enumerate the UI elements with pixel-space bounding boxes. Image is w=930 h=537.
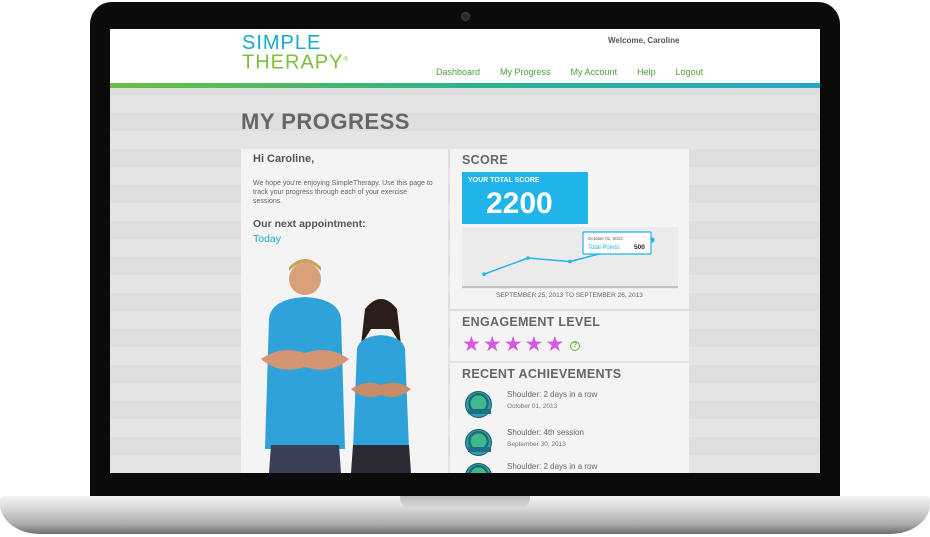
engagement-panel: ENGAGEMENT LEVEL ★ ★ ★ ★ ★ ? bbox=[450, 311, 689, 361]
total-score-value: 2200 bbox=[486, 187, 553, 220]
achievement-date: September 30, 2013 bbox=[507, 441, 566, 448]
nav-help[interactable]: Help bbox=[637, 67, 656, 77]
trainers-photo bbox=[261, 259, 411, 473]
star-icon: ★ bbox=[482, 333, 502, 356]
nav-my-account[interactable]: My Account bbox=[571, 67, 618, 77]
achievements-panel: RECENT ACHIEVEMENTS Shoulder: 2 days in … bbox=[450, 363, 689, 473]
laptop-notch bbox=[400, 496, 530, 508]
logo-line-1: SIMPLE bbox=[242, 32, 322, 54]
logo-line-2: THERAPY® bbox=[242, 51, 349, 74]
nav-logout[interactable]: Logout bbox=[676, 67, 704, 77]
achievement-title: Shoulder: 4th session bbox=[507, 428, 584, 437]
achievement-date: October 01, 2013 bbox=[507, 403, 558, 410]
score-panel: SCORE YOUR TOTAL SCORE 2200 October 01, … bbox=[450, 149, 689, 309]
achievement-item[interactable]: Shoulder: 2 days in a row bbox=[462, 459, 682, 473]
appointment-label: Our next appointment: bbox=[253, 218, 366, 230]
achievement-title: Shoulder: 2 days in a row bbox=[507, 390, 598, 399]
engagement-title: ENGAGEMENT LEVEL bbox=[462, 315, 601, 329]
achievement-item[interactable]: Shoulder: 4th session September 30, 2013 bbox=[462, 425, 682, 459]
tooltip-label: Total Points: bbox=[588, 245, 621, 251]
welcome-panel: Hi Caroline, We hope you're enjoying Sim… bbox=[241, 149, 448, 473]
tooltip-value: 500 bbox=[634, 244, 645, 251]
engagement-stars: ★ ★ ★ ★ ★ bbox=[462, 333, 564, 357]
help-icon[interactable]: ? bbox=[570, 341, 580, 351]
chart-point bbox=[568, 259, 572, 264]
star-icon: ★ bbox=[545, 333, 565, 356]
screen: SIMPLE THERAPY® Welcome, Caroline Dashbo… bbox=[110, 29, 820, 473]
achievement-badge-icon bbox=[465, 391, 492, 418]
greeting: Hi Caroline, bbox=[253, 153, 315, 165]
welcome-text: Welcome, Caroline bbox=[608, 36, 680, 45]
appointment-value[interactable]: Today bbox=[253, 233, 281, 245]
chart-point bbox=[482, 272, 486, 276]
achievement-badge-icon bbox=[465, 429, 492, 456]
site-header: SIMPLE THERAPY® Welcome, Caroline Dashbo… bbox=[110, 29, 820, 84]
score-chart[interactable]: October 01, 2013 Total Points: 500 bbox=[462, 227, 678, 289]
page-title: MY PROGRESS bbox=[241, 109, 410, 134]
total-score-box: YOUR TOTAL SCORE 2200 bbox=[462, 172, 588, 224]
star-icon: ★ bbox=[462, 333, 481, 356]
achievement-badge-icon bbox=[465, 463, 492, 473]
achievements-title: RECENT ACHIEVEMENTS bbox=[462, 367, 622, 381]
webcam-icon bbox=[461, 12, 470, 21]
tooltip-date: October 01, 2013 bbox=[588, 236, 623, 241]
logo[interactable]: SIMPLE THERAPY® bbox=[242, 32, 349, 74]
achievement-title: Shoulder: 2 days in a row bbox=[507, 462, 598, 471]
intro-text: We hope you're enjoying SimpleTherapy. U… bbox=[253, 180, 433, 205]
nav-my-progress[interactable]: My Progress bbox=[500, 67, 551, 77]
score-title: SCORE bbox=[462, 153, 508, 167]
star-icon: ★ bbox=[524, 333, 544, 356]
chart-tooltip: October 01, 2013 Total Points: 500 bbox=[582, 231, 652, 255]
achievement-item[interactable]: Shoulder: 2 days in a row October 01, 20… bbox=[462, 387, 682, 421]
nav-dashboard[interactable]: Dashboard bbox=[436, 67, 480, 77]
chart-point bbox=[526, 256, 530, 260]
total-score-label: YOUR TOTAL SCORE bbox=[468, 177, 540, 184]
star-icon: ★ bbox=[503, 333, 523, 356]
main-nav: Dashboard My Progress My Account Help Lo… bbox=[436, 67, 703, 77]
chart-date-range: SEPTEMBER 25, 2013 TO SEPTEMBER 26, 2013 bbox=[496, 292, 643, 299]
